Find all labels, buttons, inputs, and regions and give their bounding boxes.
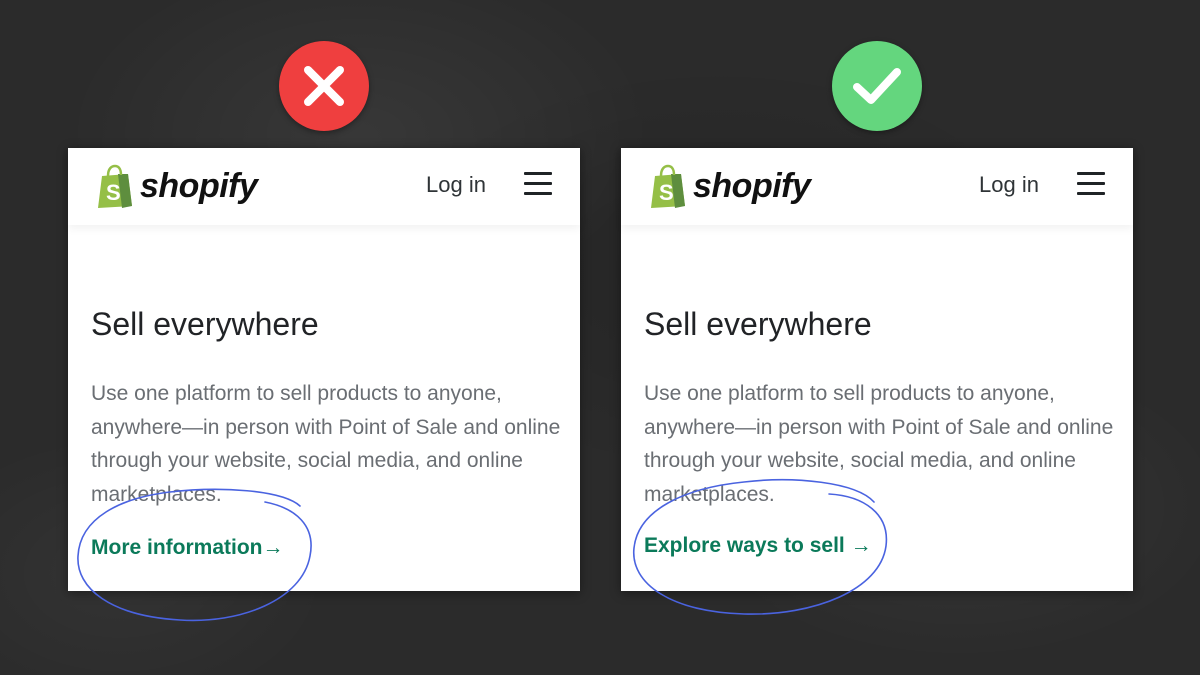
login-link[interactable]: Log in (426, 172, 486, 198)
section-description: Use one platform to sell products to any… (91, 382, 561, 506)
arrow-right-icon: → (262, 536, 284, 559)
cta-label: Explore ways to sell (644, 534, 845, 557)
logo-wordmark: shopify (140, 166, 258, 205)
cta-label: More information (91, 536, 263, 559)
checkmark-icon (853, 68, 901, 104)
shopify-bag-icon: S (98, 164, 132, 208)
shopify-logo[interactable]: S shopify (96, 164, 258, 208)
arrow-right-icon: → (850, 534, 872, 557)
top-nav: S shopify Log in (68, 148, 580, 225)
hamburger-menu-icon[interactable] (524, 172, 552, 196)
logo-wordmark: shopify (693, 166, 811, 205)
section-heading: Sell everywhere (644, 306, 872, 342)
incorrect-badge (279, 41, 369, 131)
more-information-link[interactable]: More information→ (91, 536, 284, 560)
mobile-screenshot-bad: S shopify Log in Sell everywhere Use one… (68, 148, 580, 591)
correct-badge (832, 41, 922, 131)
x-icon (304, 66, 344, 106)
hamburger-menu-icon[interactable] (1077, 172, 1105, 196)
section-description: Use one platform to sell products to any… (644, 382, 1114, 506)
mobile-screenshot-good: S shopify Log in Sell everywhere Use one… (621, 148, 1133, 591)
shopify-bag-icon: S (651, 164, 685, 208)
section-heading: Sell everywhere (91, 306, 319, 342)
shopify-logo[interactable]: S shopify (649, 164, 811, 208)
explore-ways-to-sell-link[interactable]: Explore ways to sell → (644, 534, 872, 558)
top-nav: S shopify Log in (621, 148, 1133, 225)
svg-text:S: S (659, 180, 674, 205)
login-link[interactable]: Log in (979, 172, 1039, 198)
svg-text:S: S (106, 180, 121, 205)
